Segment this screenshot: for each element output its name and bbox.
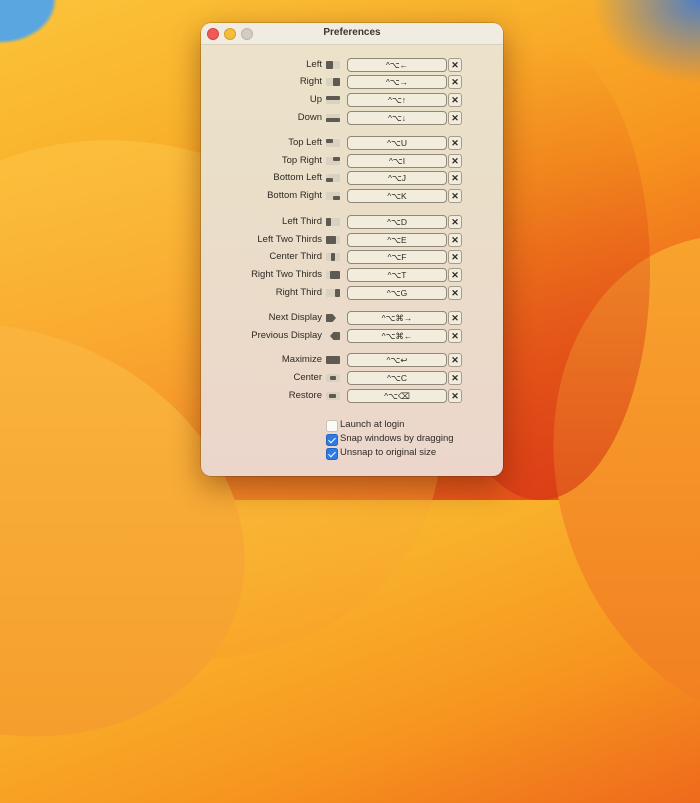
clear-shortcut-button[interactable]: ✕ [448,389,462,403]
clear-shortcut-button[interactable]: ✕ [448,136,462,150]
option-label: Snap windows by dragging [340,433,454,444]
shortcut-row: Left ^⌥← ✕ [201,58,503,72]
title-bar[interactable]: Preferences [201,23,503,45]
shortcut-row: Left Third ^⌥D ✕ [201,215,503,229]
shortcut-recorder-field[interactable]: ^⌥D [347,215,447,229]
option-checkbox[interactable] [326,448,338,460]
shortcut-label: Bottom Right [267,190,322,201]
shortcut-label: Left [306,59,322,70]
clear-shortcut-button[interactable]: ✕ [448,189,462,203]
clear-shortcut-button[interactable]: ✕ [448,154,462,168]
option-checkbox[interactable] [326,434,338,446]
shortcut-recorder-field[interactable]: ^⌥T [347,268,447,282]
right-half-icon [326,78,340,86]
shortcut-row: Down ^⌥↓ ✕ [201,111,503,125]
previous-display-icon [326,332,340,340]
clear-shortcut-button[interactable]: ✕ [448,93,462,107]
center-third-icon [326,253,340,261]
shortcut-label: Right Third [275,287,322,298]
maximize-icon [326,356,340,364]
top-half-icon [326,96,340,104]
shortcut-row: Center ^⌥C ✕ [201,371,503,385]
right-third-icon [326,289,340,297]
shortcut-recorder-field[interactable]: ^⌥← [347,58,447,72]
shortcut-label: Previous Display [251,330,322,341]
clear-shortcut-button[interactable]: ✕ [448,329,462,343]
shortcut-row: Left Two Thirds ^⌥E ✕ [201,233,503,247]
shortcut-row: Maximize ^⌥↩ ✕ [201,353,503,367]
shortcut-label: Up [309,94,322,105]
shortcut-label: Maximize [281,354,322,365]
next-display-icon [326,314,340,322]
top-left-icon [326,139,340,147]
top-right-icon [326,157,340,165]
shortcut-recorder-field[interactable]: ^⌥K [347,189,447,203]
shortcut-recorder-field[interactable]: ^⌥⌘← [347,329,447,343]
bottom-half-icon [326,114,340,122]
shortcut-label: Next Display [268,312,322,323]
shortcut-recorder-field[interactable]: ^⌥G [347,286,447,300]
shortcut-row: Right ^⌥→ ✕ [201,75,503,89]
shortcut-recorder-field[interactable]: ^⌥I [347,154,447,168]
option-label: Unsnap to original size [340,447,437,458]
shortcut-label: Top Left [288,137,322,148]
left-half-icon [326,61,340,69]
shortcut-recorder-field[interactable]: ^⌥F [347,250,447,264]
shortcut-row: Top Right ^⌥I ✕ [201,154,503,168]
shortcut-label: Center Third [269,251,322,262]
clear-shortcut-button[interactable]: ✕ [448,311,462,325]
shortcut-label: Restore [288,390,322,401]
clear-shortcut-button[interactable]: ✕ [448,75,462,89]
clear-shortcut-button[interactable]: ✕ [448,286,462,300]
center-icon [326,374,340,382]
shortcut-label: Left Third [282,216,322,227]
shortcut-label: Right Two Thirds [251,269,322,280]
shortcut-recorder-field[interactable]: ^⌥⌘→ [347,311,447,325]
shortcut-row: Center Third ^⌥F ✕ [201,250,503,264]
shortcut-label: Down [297,112,322,123]
shortcut-row: Previous Display ^⌥⌘← ✕ [201,329,503,343]
left-third-icon [326,218,340,226]
shortcut-label: Center [293,372,322,383]
clear-shortcut-button[interactable]: ✕ [448,371,462,385]
shortcut-recorder-field[interactable]: ^⌥C [347,371,447,385]
shortcut-row: Bottom Right ^⌥K ✕ [201,189,503,203]
shortcut-recorder-field[interactable]: ^⌥U [347,136,447,150]
bottom-right-icon [326,192,340,200]
shortcut-row: Up ^⌥↑ ✕ [201,93,503,107]
left-two-thirds-icon [326,236,340,244]
window-title: Preferences [323,27,381,38]
clear-shortcut-button[interactable]: ✕ [448,58,462,72]
shortcut-row: Bottom Left ^⌥J ✕ [201,171,503,185]
clear-shortcut-button[interactable]: ✕ [448,233,462,247]
shortcut-row: Top Left ^⌥U ✕ [201,136,503,150]
clear-shortcut-button[interactable]: ✕ [448,250,462,264]
shortcut-row: Right Two Thirds ^⌥T ✕ [201,268,503,282]
clear-shortcut-button[interactable]: ✕ [448,215,462,229]
shortcut-row: Next Display ^⌥⌘→ ✕ [201,311,503,325]
shortcut-row: Right Third ^⌥G ✕ [201,286,503,300]
clear-shortcut-button[interactable]: ✕ [448,268,462,282]
shortcut-row: Restore ^⌥⌫ ✕ [201,389,503,403]
restore-icon [326,392,340,400]
shortcut-label: Top Right [281,155,322,166]
shortcut-label: Left Two Thirds [257,234,322,245]
shortcut-recorder-field[interactable]: ^⌥→ [347,75,447,89]
shortcut-recorder-field[interactable]: ^⌥↩ [347,353,447,367]
option-checkbox[interactable] [326,420,338,432]
clear-shortcut-button[interactable]: ✕ [448,353,462,367]
bottom-left-icon [326,174,340,182]
preferences-window: Preferences Left ^⌥← ✕ Right ^⌥→ ✕ Up ^⌥↑ ✕ Down ^… [201,23,503,476]
shortcut-label: Bottom Left [273,172,322,183]
clear-shortcut-button[interactable]: ✕ [448,171,462,185]
shortcut-recorder-field[interactable]: ^⌥E [347,233,447,247]
shortcut-recorder-field[interactable]: ^⌥↑ [347,93,447,107]
right-two-thirds-icon [326,271,340,279]
option-label: Launch at login [340,419,405,430]
shortcut-recorder-field[interactable]: ^⌥J [347,171,447,185]
clear-shortcut-button[interactable]: ✕ [448,111,462,125]
shortcut-recorder-field[interactable]: ^⌥↓ [347,111,447,125]
shortcut-label: Right [299,76,322,87]
shortcut-recorder-field[interactable]: ^⌥⌫ [347,389,447,403]
